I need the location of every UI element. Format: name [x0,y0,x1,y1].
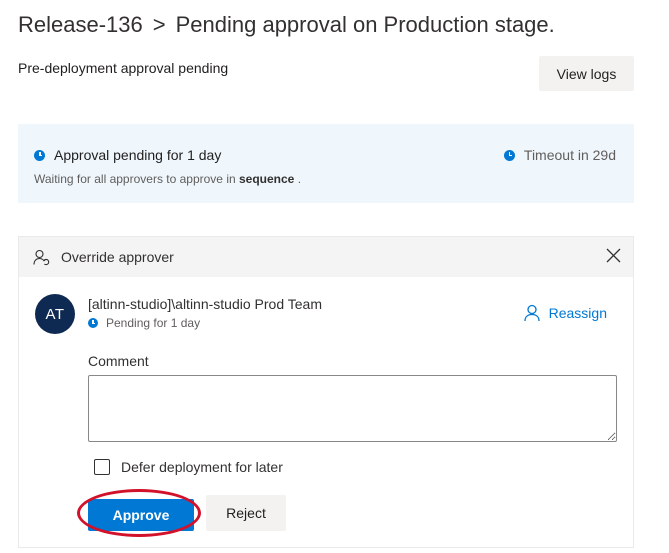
breadcrumb-separator: > [152,12,166,37]
reassign-button[interactable]: Reassign [523,303,607,323]
release-name[interactable]: Release-136 [18,12,143,37]
approval-mode-suffix: . [297,172,302,186]
defer-deployment-label: Defer deployment for later [121,459,283,475]
approver-status: Pending for 1 day [88,315,200,331]
approval-status-box: Approval pending for 1 day Timeout in 29… [18,124,634,203]
view-logs-button[interactable]: View logs [539,56,634,91]
override-approver-label: Override approver [61,249,174,265]
person-icon [523,304,540,322]
timeout-text: Timeout in 29d [523,147,616,163]
clock-icon [503,149,515,161]
reject-button[interactable]: Reject [206,495,286,531]
approver-status-text: Pending for 1 day [106,316,201,330]
approval-status-text: Approval pending for 1 day [54,147,222,163]
defer-deployment-option[interactable]: Defer deployment for later [94,457,283,477]
clock-icon [34,149,45,161]
approval-mode-text: Waiting for all approvers to approve in … [34,170,301,188]
page-title: Release-136 > Pending approval on Producti… [18,8,555,42]
avatar: AT [35,294,75,334]
close-icon[interactable] [606,248,621,263]
approval-mode-value: sequence [239,172,295,186]
stage-title: Pending approval on Production stage. [175,12,555,37]
reassign-label: Reassign [548,305,607,321]
override-approver-icon [33,249,50,266]
comment-label: Comment [88,353,149,369]
approval-subtitle: Pre-deployment approval pending [18,60,229,76]
approver-name: [altinn-studio]\altinn-studio Prod Team [88,296,322,312]
approval-status: Approval pending for 1 day [34,145,221,165]
clock-icon [88,318,98,328]
release-approval-page: Release-136 > Pending approval on Producti… [0,0,669,553]
override-approver-header[interactable]: Override approver [19,237,633,277]
approve-button[interactable]: Approve [88,499,194,531]
override-approver-panel: Override approver AT [altinn-studio]\alt… [18,236,634,548]
timeout-status: Timeout in 29d [503,145,616,165]
approval-mode-prefix: Waiting for all approvers to approve in [34,172,236,186]
defer-deployment-checkbox[interactable] [94,459,110,475]
comment-field[interactable] [88,375,617,442]
